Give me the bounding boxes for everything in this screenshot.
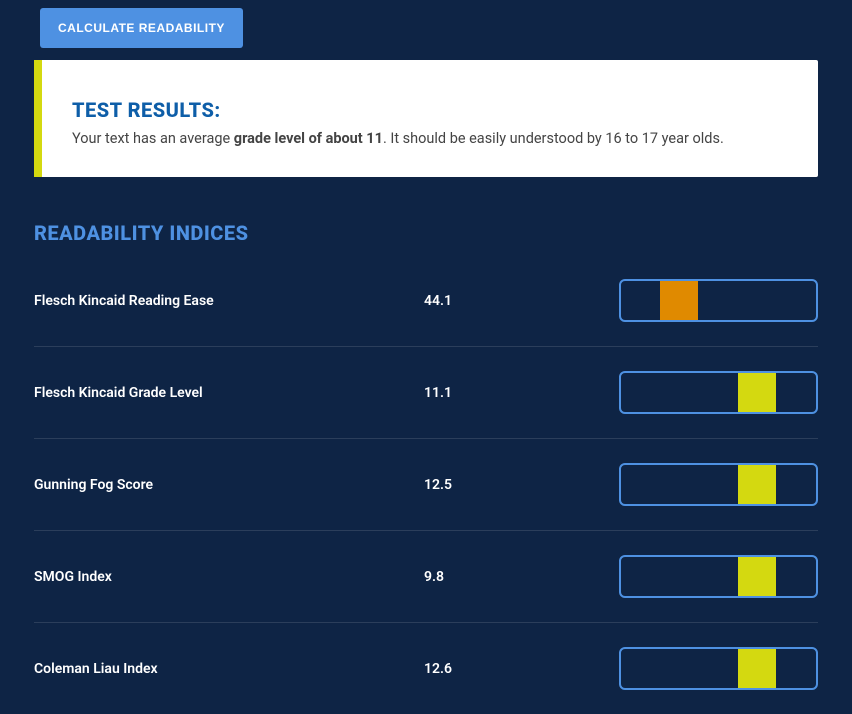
metric-row: Flesch Kincaid Reading Ease44.1: [34, 255, 818, 347]
metric-gauge: [619, 555, 818, 598]
metric-gauge: [619, 279, 818, 322]
metric-gauge: [619, 463, 818, 506]
test-results-title: TEST RESULTS:: [72, 98, 724, 122]
metric-name: SMOG Index: [34, 569, 424, 585]
test-results-body: TEST RESULTS: Your text has an average g…: [42, 60, 754, 177]
metric-value: 12.6: [424, 661, 619, 677]
gauge-track: [619, 371, 818, 414]
metric-gauge: [619, 371, 818, 414]
readability-indices-heading: READABILITY INDICES: [34, 221, 818, 245]
gauge-indicator: [738, 373, 776, 412]
metric-row: Coleman Liau Index12.6: [34, 623, 818, 714]
metric-name: Gunning Fog Score: [34, 477, 424, 493]
results-suffix: . It should be easily understood by 16 t…: [383, 130, 724, 147]
metric-name: Flesch Kincaid Grade Level: [34, 385, 424, 401]
metric-value: 9.8: [424, 569, 619, 585]
gauge-indicator: [738, 649, 776, 688]
gauge-indicator: [660, 281, 698, 320]
gauge-track: [619, 647, 818, 690]
gauge-track: [619, 463, 818, 506]
metrics-list: Flesch Kincaid Reading Ease44.1Flesch Ki…: [34, 255, 818, 714]
results-prefix: Your text has an average: [72, 130, 234, 147]
test-results-card: TEST RESULTS: Your text has an average g…: [34, 60, 818, 177]
metric-row: SMOG Index9.8: [34, 531, 818, 623]
gauge-indicator: [738, 465, 776, 504]
results-grade-level: grade level of about 11: [234, 130, 383, 147]
metric-gauge: [619, 647, 818, 690]
metric-value: 44.1: [424, 293, 619, 309]
metric-name: Flesch Kincaid Reading Ease: [34, 293, 424, 309]
metric-row: Flesch Kincaid Grade Level11.1: [34, 347, 818, 439]
calculate-readability-button[interactable]: CALCULATE READABILITY: [40, 8, 243, 48]
accent-bar: [34, 60, 42, 177]
metric-value: 12.5: [424, 477, 619, 493]
test-results-text: Your text has an average grade level of …: [72, 130, 724, 147]
gauge-track: [619, 555, 818, 598]
gauge-track: [619, 279, 818, 322]
metric-row: Gunning Fog Score12.5: [34, 439, 818, 531]
gauge-indicator: [738, 557, 776, 596]
metric-name: Coleman Liau Index: [34, 661, 424, 677]
metric-value: 11.1: [424, 385, 619, 401]
